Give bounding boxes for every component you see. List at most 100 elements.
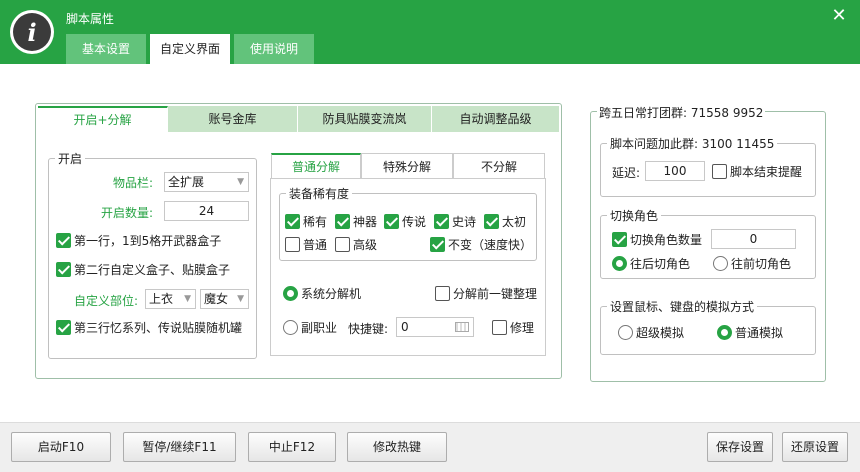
tab-basic-settings[interactable]: 基本设置 [66,34,146,64]
rarity-rare-label: 稀有 [303,215,328,229]
row1-checkbox[interactable]: 第一行，1到5格开武器盒子 [56,232,221,249]
bottom-bar: 启动F10 暂停/继续F11 中止F12 修改热键 保存设置 还原设置 [0,422,860,472]
tab-special-decompose[interactable]: 特殊分解 [361,153,453,179]
chevron-down-icon: ▼ [237,294,244,304]
modify-hotkey-button[interactable]: 修改热键 [347,432,447,462]
hotkey-label: 快捷键: [348,322,389,336]
inventory-select[interactable]: 全扩展 ▼ [164,172,249,192]
end-notify-checkbox[interactable]: 脚本结束提醒 [712,163,802,180]
subjob-radio[interactable]: 副职业 [283,319,337,336]
rarity-legend[interactable]: 传说 [384,213,426,230]
open-count-input[interactable]: 24 [164,201,249,221]
checkbox-icon[interactable] [56,262,71,277]
hotkey-input[interactable]: 0 [396,317,474,337]
checkbox-icon[interactable] [492,320,507,335]
checkbox-icon[interactable] [285,237,300,252]
tidy-checkbox[interactable]: 分解前一键整理 [435,285,537,302]
super-sim-radio[interactable]: 超级模拟 [618,324,684,341]
radio-icon[interactable] [717,325,732,340]
tab-usage-guide[interactable]: 使用说明 [234,34,314,64]
switch-back-radio[interactable]: 往后切角色 [612,255,690,272]
open-count-label: 开启数量: [101,206,154,220]
chevron-down-icon: ▼ [237,177,244,187]
rarity-group-legend: 装备稀有度 [289,187,350,201]
super-sim-label: 超级模拟 [636,326,685,340]
switch-count-input[interactable]: 0 [711,229,796,249]
rarity-primeval-label: 太初 [502,215,527,229]
checkbox-icon[interactable] [712,164,727,179]
tab-normal-decompose[interactable]: 普通分解 [271,153,361,179]
custom-part-value-2: 魔女 [204,292,229,306]
checkbox-icon[interactable] [335,214,350,229]
tab-auto-grade[interactable]: 自动调整品级 [432,106,560,132]
tidy-label: 分解前一键整理 [453,287,538,301]
radio-icon[interactable] [283,320,298,335]
switch-count-checkbox[interactable]: 切换角色数量 [612,231,702,248]
checkbox-icon[interactable] [384,214,399,229]
checkbox-icon[interactable] [56,233,71,248]
repair-checkbox[interactable]: 修理 [492,319,534,336]
rarity-advanced[interactable]: 高级 [335,236,377,253]
system-decompose-label: 系统分解机 [301,287,362,301]
subjob-label: 副职业 [301,321,338,335]
custom-part-label: 自定义部位: [74,294,139,308]
checkbox-icon[interactable] [484,214,499,229]
open-group-legend: 开启 [58,152,83,166]
end-notify-label: 脚本结束提醒 [730,165,803,179]
keyboard-icon [455,322,469,332]
tab-no-decompose[interactable]: 不分解 [453,153,545,179]
system-decompose-radio[interactable]: 系统分解机 [283,285,361,302]
checkbox-icon[interactable] [285,214,300,229]
row3-label: 第三行忆系列、传说贴膜随机罐 [74,321,243,335]
switch-back-label: 往后切角色 [630,257,691,271]
normal-sim-label: 普通模拟 [735,326,784,340]
save-settings-button[interactable]: 保存设置 [707,432,773,462]
rarity-epic[interactable]: 史诗 [434,213,476,230]
radio-icon[interactable] [618,325,633,340]
decompose-tabs: 普通分解 特殊分解 不分解 [271,153,545,179]
chevron-down-icon: ▼ [184,294,191,304]
rarity-primeval[interactable]: 太初 [484,213,526,230]
close-icon[interactable]: ✕ [828,5,850,27]
restore-settings-button[interactable]: 还原设置 [782,432,848,462]
normal-sim-radio[interactable]: 普通模拟 [717,324,783,341]
sim-mode-legend: 设置鼠标、键盘的模拟方式 [610,300,755,314]
sub-tabs: 开启+分解 账号金库 防具贴膜变流岚 自动调整品级 [38,106,560,132]
checkbox-icon[interactable] [56,320,71,335]
rarity-artifact-label: 神器 [353,215,378,229]
hotkey-value: 0 [401,320,409,334]
radio-icon[interactable] [612,256,627,271]
switch-forward-radio[interactable]: 往前切角色 [713,255,791,272]
custom-part-select-1[interactable]: 上衣 ▼ [145,289,196,309]
stop-button[interactable]: 中止F12 [248,432,336,462]
delay-input[interactable]: 100 [645,161,705,181]
pause-button[interactable]: 暂停/继续F11 [123,432,236,462]
inventory-label: 物品栏: [113,176,154,190]
app-logo: i [10,10,54,54]
rarity-common-label: 普通 [303,238,328,252]
tab-armor-film[interactable]: 防具贴膜变流岚 [298,106,432,132]
switch-role-legend: 切换角色 [610,209,659,223]
rarity-rare[interactable]: 稀有 [285,213,327,230]
start-button[interactable]: 启动F10 [11,432,111,462]
window-title: 脚本属性 [66,12,115,26]
rarity-artifact[interactable]: 神器 [335,213,377,230]
rarity-unchanged[interactable]: 不变（速度快） [430,236,532,253]
switch-forward-label: 往前切角色 [731,257,792,271]
checkbox-icon[interactable] [335,237,350,252]
checkbox-icon[interactable] [434,214,449,229]
checkbox-icon[interactable] [612,232,627,247]
tab-custom-ui[interactable]: 自定义界面 [150,34,230,64]
inventory-value: 全扩展 [168,175,205,189]
delay-label: 延迟: [612,166,641,180]
row2-checkbox[interactable]: 第二行自定义盒子、贴膜盒子 [56,261,230,278]
tab-account-vault[interactable]: 账号金库 [168,106,298,132]
radio-icon[interactable] [283,286,298,301]
row3-checkbox[interactable]: 第三行忆系列、传说贴膜随机罐 [56,319,242,336]
tab-open-decompose[interactable]: 开启+分解 [38,106,168,132]
rarity-common[interactable]: 普通 [285,236,327,253]
checkbox-icon[interactable] [430,237,445,252]
custom-part-select-2[interactable]: 魔女 ▼ [200,289,249,309]
radio-icon[interactable] [713,256,728,271]
checkbox-icon[interactable] [435,286,450,301]
